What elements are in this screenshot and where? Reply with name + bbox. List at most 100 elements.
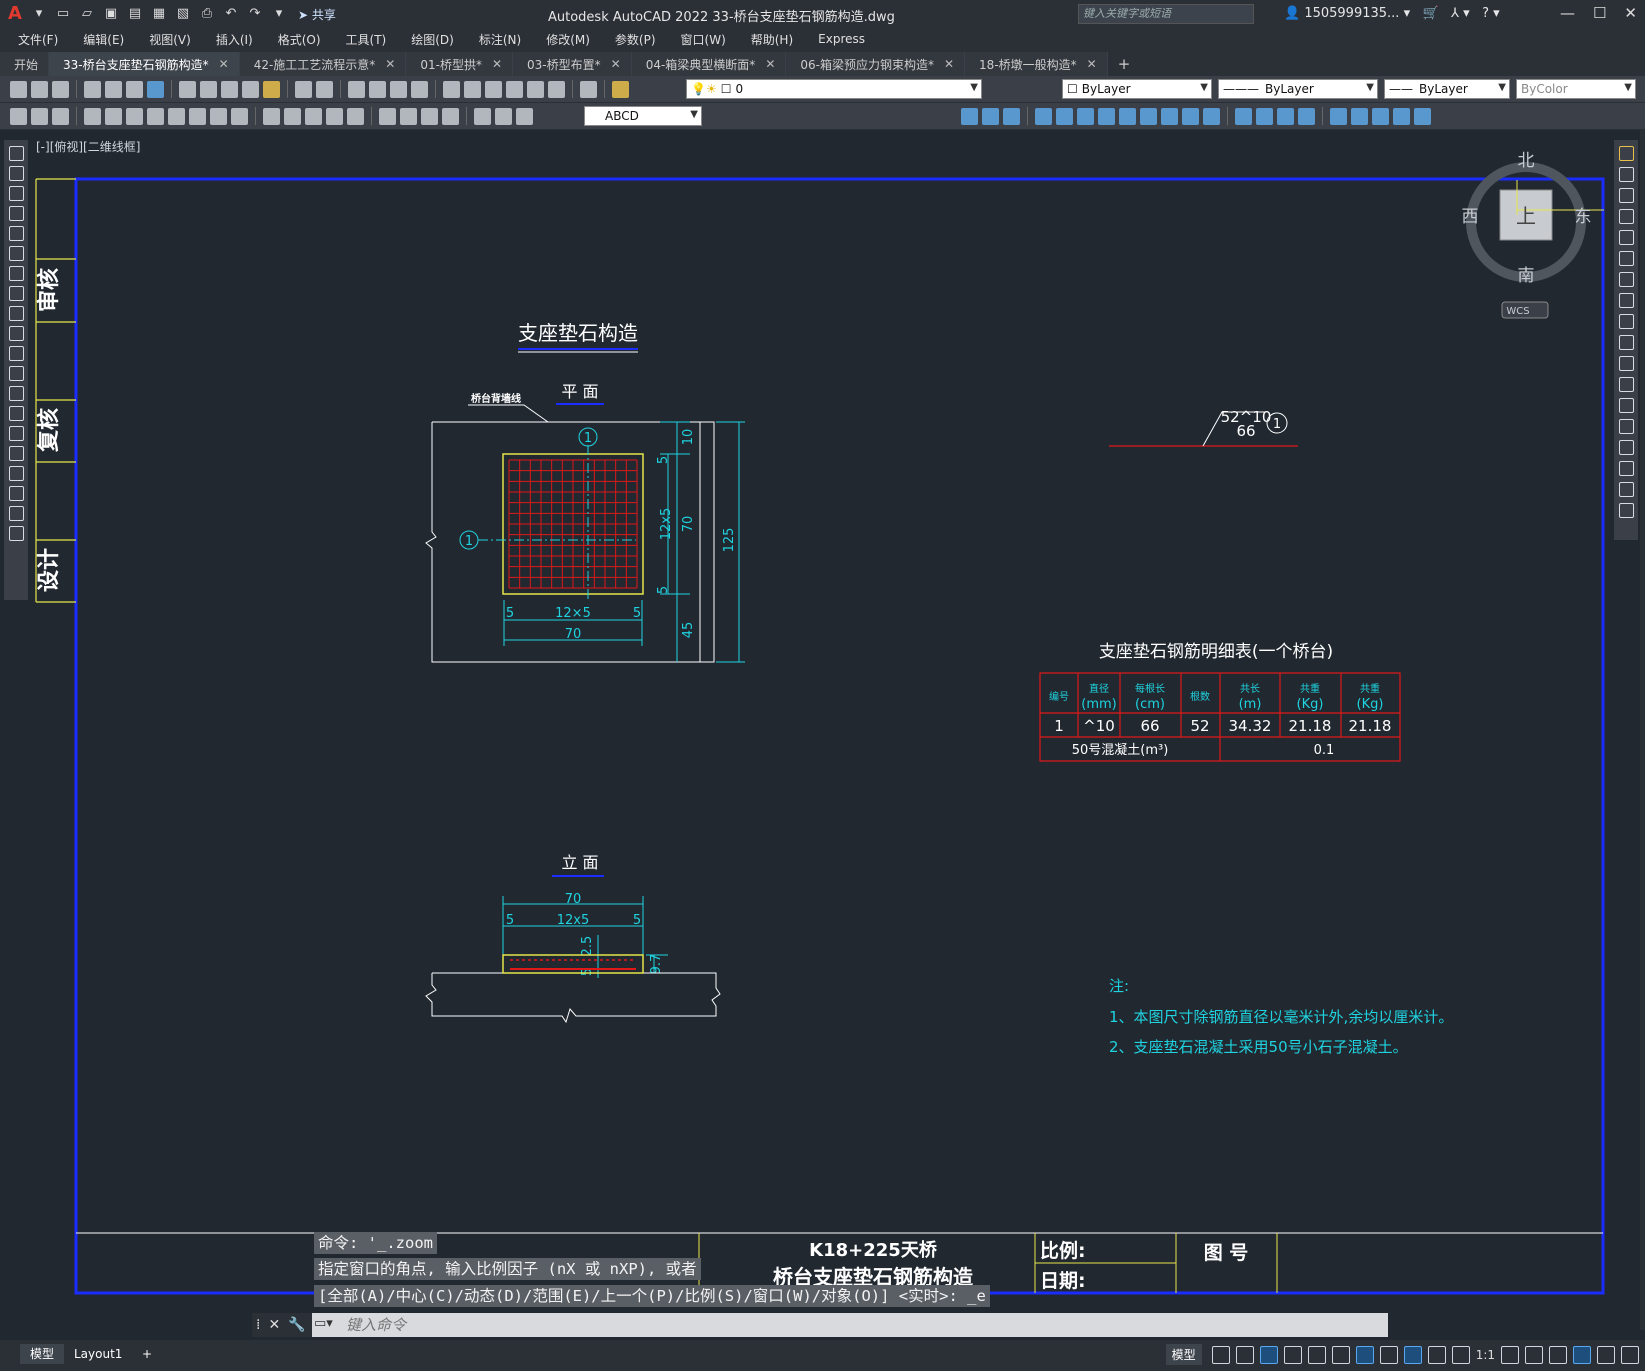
elevation-title: 立 面	[561, 853, 598, 872]
annotation-visibility-icon[interactable]	[1403, 1345, 1422, 1364]
table-header-cell: (m)	[1239, 697, 1262, 712]
table-header-cell: 共重	[1300, 682, 1320, 695]
plan-dim-bottom: 45	[681, 622, 696, 639]
tab-layout1[interactable]: Layout1	[64, 1344, 132, 1364]
table-header-cell: 共重	[1360, 682, 1380, 695]
elevation-pad	[502, 954, 644, 974]
table-cell: ^10	[1083, 717, 1115, 735]
main-title: 支座垫石构造	[518, 321, 638, 345]
viewcube-face[interactable]: 上	[1516, 204, 1536, 228]
elevation-outline	[425, 954, 721, 1024]
table-header-cell: (Kg)	[1297, 697, 1324, 712]
command-input[interactable]	[346, 1315, 1406, 1335]
plan-hdim-grid: 12×5	[555, 606, 591, 621]
compass-south[interactable]: 南	[1518, 266, 1535, 286]
add-layout-icon[interactable]: +	[132, 1344, 162, 1364]
polar-icon[interactable]	[1283, 1345, 1302, 1364]
callout-plan-left: 1	[465, 534, 473, 549]
note-1: 1、本图尺寸除钢筋直径以毫米计外,余均以厘米计。	[1109, 1008, 1453, 1026]
plan-dim-top: 10	[681, 429, 696, 446]
plan-dim-grid: 12x5	[659, 508, 674, 541]
signature-strip	[35, 178, 76, 603]
drawing-border	[74, 177, 1605, 1295]
table-title: 支座垫石钢筋明细表(一个桥台)	[1099, 642, 1333, 662]
table-header-cell: 直径	[1089, 682, 1109, 695]
object-snap-icon[interactable]	[1355, 1345, 1374, 1364]
table-cell: 52	[1190, 717, 1209, 735]
compass-north[interactable]: 北	[1518, 151, 1535, 171]
grid-icon[interactable]	[1211, 1345, 1230, 1364]
date-label: 日期:	[1040, 1270, 1086, 1292]
project-name: K18+225天桥	[809, 1239, 938, 1261]
compass-east[interactable]: 东	[1575, 207, 1592, 227]
notes-title: 注:	[1109, 977, 1129, 995]
compass-west[interactable]: 西	[1462, 207, 1479, 227]
hardware-acceleration-icon[interactable]	[1573, 1345, 1591, 1364]
side-label-review: 审核	[36, 268, 62, 312]
table-concrete-label: 50号混凝土(m³)	[1072, 742, 1169, 758]
plan-note: 桥台背墙线	[471, 392, 521, 405]
bar-label-bottom: 66	[1236, 422, 1255, 440]
wcs-menu[interactable]: WCS	[1506, 306, 1529, 317]
table-headers: 编号 直径 (mm) 每根长 (cm) 根数 共长 (m) 共重 (Kg) 共重 (Kg)	[1049, 682, 1383, 712]
elev-dim-five-l: 5	[506, 913, 514, 928]
plan-rebar-grid	[508, 459, 638, 589]
side-label-check: 复核	[36, 408, 62, 453]
object-snap-tracking-icon[interactable]	[1331, 1345, 1350, 1364]
viewcube[interactable]: 上 北 南 西 东 WCS	[1462, 151, 1605, 319]
drawing-canvas[interactable]: 审核 复核 设计 上 北 南 西 东 WCS 支座垫石构造 平 面 桥台背墙线	[0, 0, 1645, 1371]
elev-dim-vtop: 2.5	[580, 936, 595, 957]
callout-plan-top: 1	[584, 431, 592, 446]
table-cell: 34.32	[1229, 717, 1272, 735]
command-history-1: 命令: '_.zoom	[314, 1232, 437, 1254]
table-cell: 21.18	[1289, 717, 1332, 735]
isodraft-icon[interactable]	[1307, 1345, 1326, 1364]
elev-dim-grid: 12x5	[557, 913, 590, 928]
ortho-icon[interactable]	[1259, 1345, 1278, 1364]
recent-commands-icon[interactable]: ▭▾	[314, 1316, 333, 1331]
clean-screen-icon[interactable]	[1597, 1345, 1615, 1364]
model-space-button[interactable]: 模型	[1165, 1344, 1202, 1365]
scale-label: 比例:	[1040, 1239, 1086, 1262]
autocad-window: A ▾ ▭ ▱ ▣ ▤ ▦ ▧ ⎙ ↶ ↷ ▾ ➤ 共享 Autodesk Au…	[0, 0, 1645, 1371]
isolate-icon[interactable]	[1549, 1345, 1567, 1364]
gear-icon[interactable]	[1501, 1345, 1519, 1364]
plan-hdim-total: 70	[565, 627, 582, 642]
snap-icon[interactable]	[1235, 1345, 1254, 1364]
table-concrete-value: 0.1	[1314, 743, 1335, 758]
table-header-cell: 根数	[1190, 690, 1210, 703]
plan-dim-five-bot: 5	[656, 586, 671, 594]
auto-scale-icon[interactable]	[1427, 1345, 1446, 1364]
table-cell: 1	[1054, 717, 1064, 735]
lineweight-icon[interactable]	[1379, 1345, 1398, 1364]
status-tray: 模型 1:1	[1165, 1344, 1639, 1365]
close-icon[interactable]: ✕	[268, 1317, 280, 1333]
table-header-cell: 每根长	[1135, 682, 1165, 695]
table-header-cell: 编号	[1049, 690, 1069, 703]
status-bar: 模型 Layout1 + 模型 1:1	[0, 1340, 1645, 1371]
table-cell: 21.18	[1349, 717, 1392, 735]
elev-dim-five-r: 5	[633, 913, 641, 928]
command-line: ⁞ ✕ 🔧 ▭▾	[252, 1313, 1406, 1337]
table-header-cell: 共长	[1240, 683, 1260, 695]
table-cell: 66	[1140, 717, 1159, 735]
note-2: 2、支座垫石混凝土采用50号小石子混凝土。	[1109, 1038, 1408, 1056]
customization-icon[interactable]	[1621, 1345, 1639, 1364]
plan-hdim-five-l: 5	[506, 606, 514, 621]
table-header-cell: (cm)	[1135, 697, 1165, 712]
command-history-3: [全部(A)/中心(C)/动态(D)/范围(E)/上一个(P)/比例(S)/窗口…	[314, 1285, 990, 1307]
wrench-icon[interactable]: 🔧	[288, 1317, 305, 1333]
elev-dim-h: 9.7	[649, 954, 664, 975]
annotation-scale-icon[interactable]	[1451, 1345, 1470, 1364]
tab-model[interactable]: 模型	[20, 1344, 65, 1364]
plus-icon[interactable]	[1525, 1345, 1543, 1364]
plan-dim-mid: 70	[681, 516, 696, 533]
command-line-controls: ⁞ ✕ 🔧	[252, 1313, 312, 1337]
plan-title: 平 面	[561, 382, 598, 401]
scale-value[interactable]: 1:1	[1476, 1348, 1495, 1362]
grip-icon[interactable]: ⁞	[256, 1317, 260, 1333]
elev-dim-total: 70	[565, 892, 582, 907]
plan-dim-total: 125	[722, 528, 737, 553]
bar-callout: 1	[1273, 417, 1281, 432]
plan-dim-five-top: 5	[656, 456, 671, 464]
